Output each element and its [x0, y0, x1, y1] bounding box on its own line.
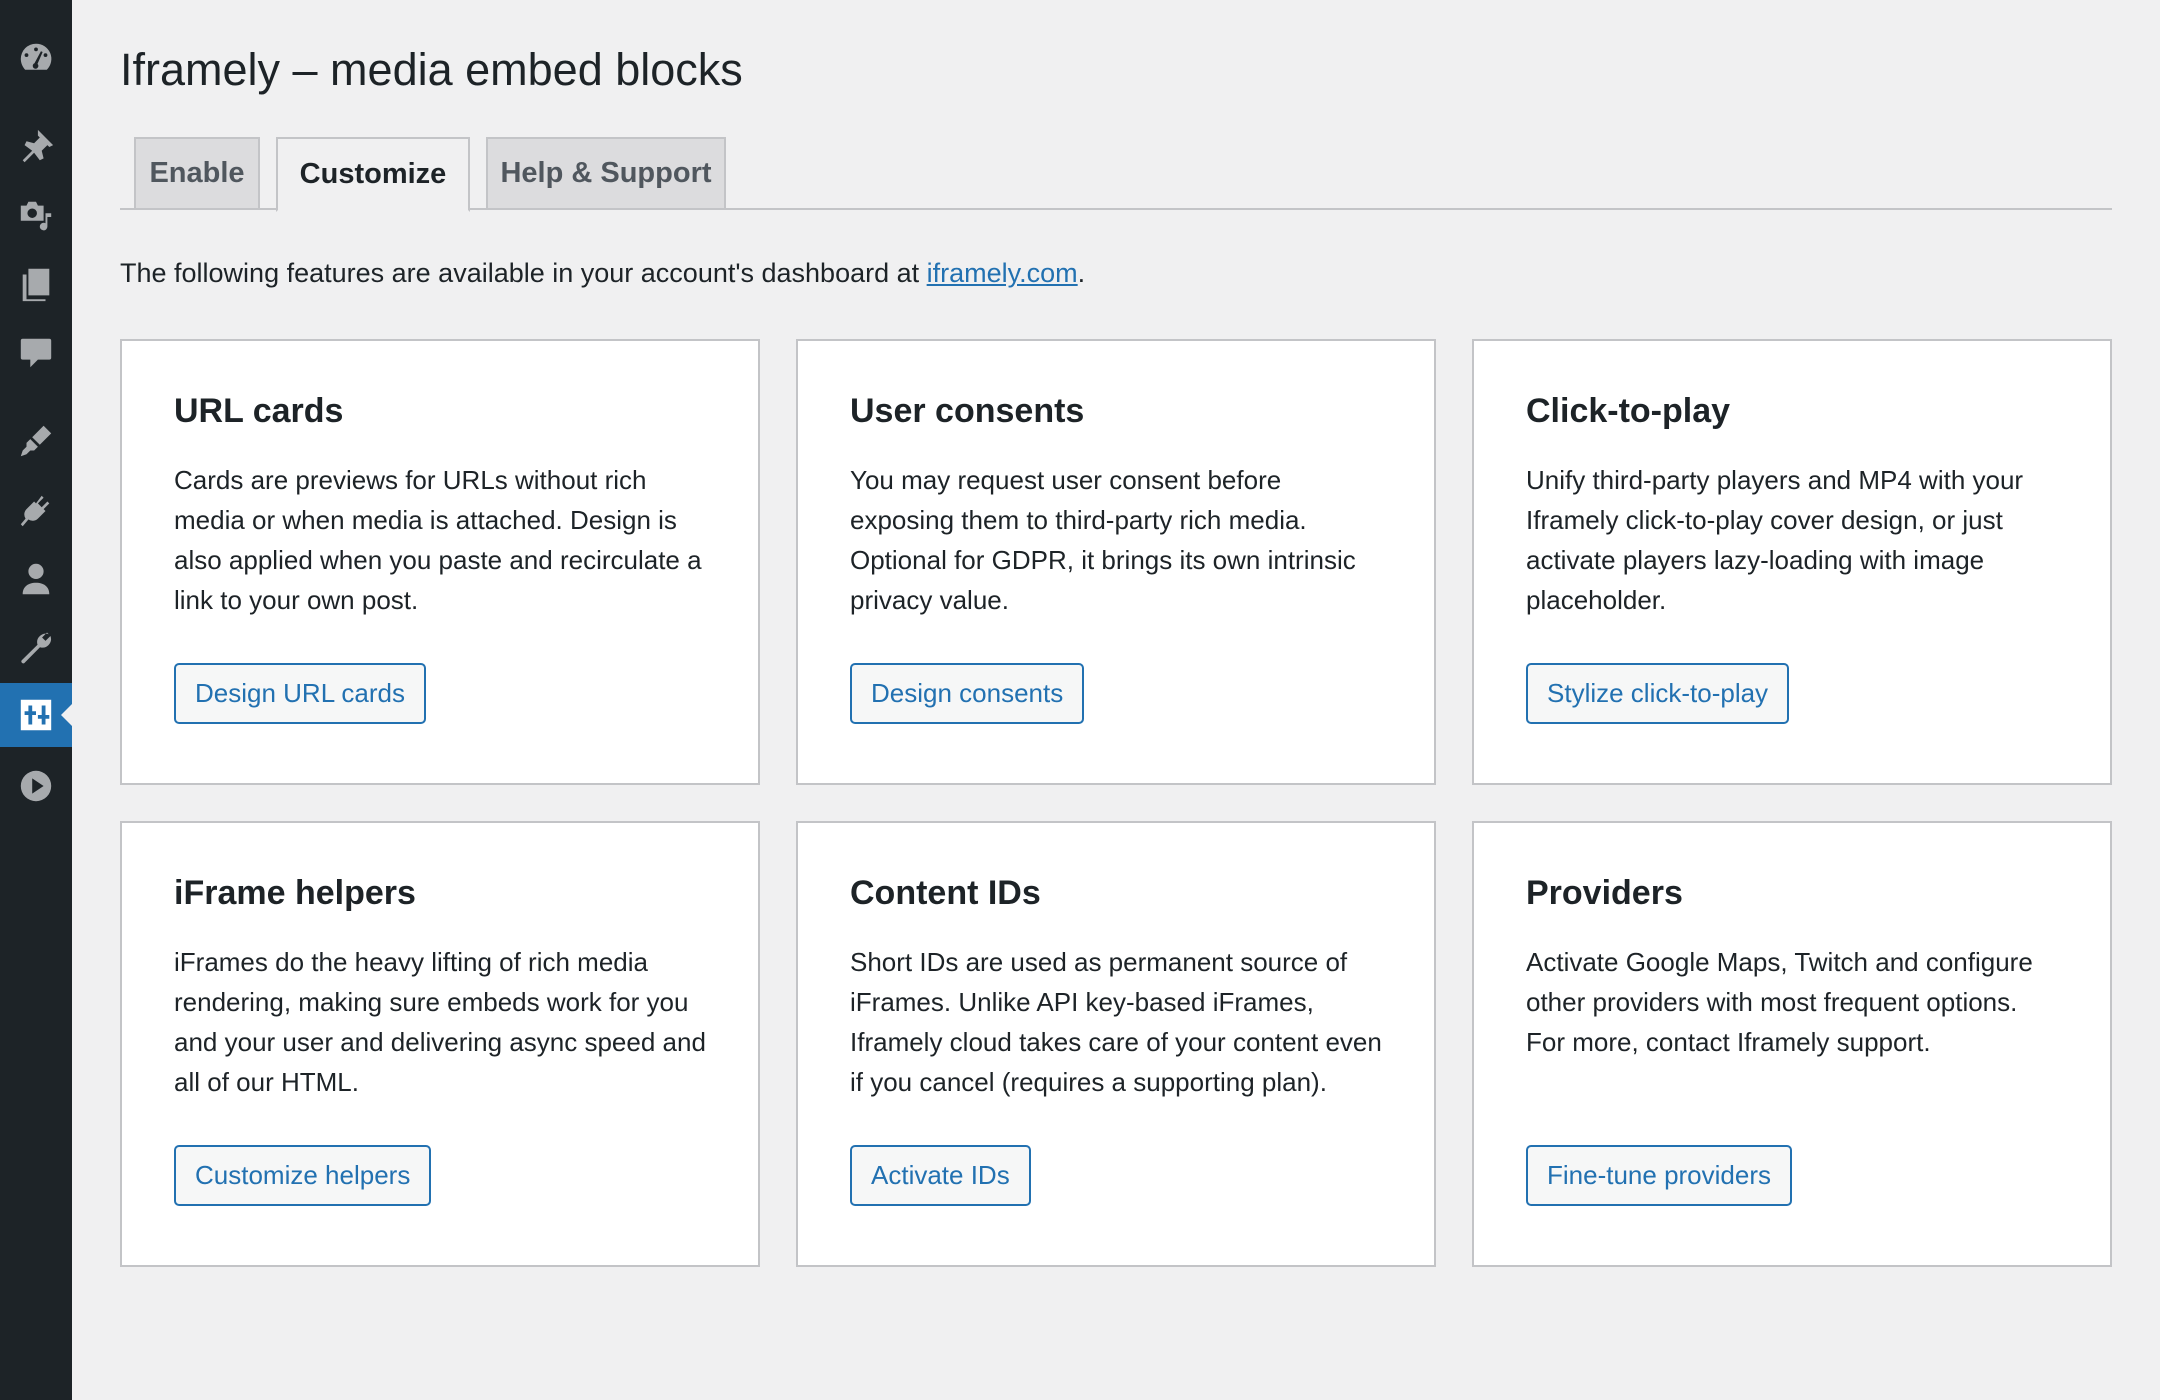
media-icon[interactable]: [0, 185, 72, 249]
card-iframe-helpers: iFrame helpers iFrames do the heavy lift…: [120, 821, 760, 1267]
stylize-click-to-play-button[interactable]: Stylize click-to-play: [1526, 663, 1790, 724]
card-click-to-play: Click-to-play Unify third-party players …: [1472, 339, 2112, 785]
page-title: Iframely – media embed blocks: [120, 44, 743, 95]
customize-helpers-button[interactable]: Customize helpers: [174, 1145, 432, 1206]
card-description: Unify third-party players and MP4 with y…: [1526, 464, 2024, 615]
card-title: Content IDs: [850, 874, 1041, 912]
card-description: Activate Google Maps, Twitch and configu…: [1526, 946, 2033, 1057]
card-title: User consents: [850, 392, 1085, 430]
pin-icon[interactable]: [0, 115, 72, 179]
play-icon[interactable]: [0, 754, 72, 818]
pages-icon[interactable]: [0, 252, 72, 316]
tab-enable[interactable]: Enable: [134, 137, 260, 210]
card-content-ids: Content IDs Short IDs are used as perman…: [796, 821, 1436, 1267]
settings-icon[interactable]: [0, 683, 72, 747]
admin-sidebar: [0, 0, 72, 1400]
intro-text-before: The following features are available in …: [120, 258, 927, 288]
card-providers: Providers Activate Google Maps, Twitch a…: [1472, 821, 2112, 1267]
plugins-icon[interactable]: [0, 479, 72, 543]
nav-tabs: Enable Customize Help & Support: [120, 137, 2112, 212]
tab-customize[interactable]: Customize: [276, 137, 470, 212]
design-consents-button[interactable]: Design consents: [850, 663, 1085, 724]
card-title: URL cards: [174, 392, 344, 430]
iframely-link[interactable]: iframely.com: [927, 258, 1078, 288]
dashboard-icon[interactable]: [0, 25, 72, 89]
activate-ids-button[interactable]: Activate IDs: [850, 1145, 1031, 1206]
users-icon[interactable]: [0, 547, 72, 611]
card-title: Providers: [1526, 874, 1683, 912]
card-title: Click-to-play: [1526, 392, 1731, 430]
card-description: Cards are previews for URLs without rich…: [174, 464, 702, 615]
intro-text: The following features are available in …: [120, 258, 1085, 289]
card-description: You may request user consent before expo…: [850, 464, 1356, 615]
card-url-cards: URL cards Cards are previews for URLs wi…: [120, 339, 760, 785]
intro-text-after: .: [1077, 258, 1086, 288]
comments-icon[interactable]: [0, 320, 72, 384]
card-title: iFrame helpers: [174, 874, 416, 912]
design-url-cards-button[interactable]: Design URL cards: [174, 663, 427, 724]
appearance-icon[interactable]: [0, 409, 72, 473]
tools-icon[interactable]: [0, 615, 72, 679]
fine-tune-providers-button[interactable]: Fine-tune providers: [1526, 1145, 1792, 1206]
tab-help-support[interactable]: Help & Support: [486, 137, 726, 210]
card-user-consents: User consents You may request user conse…: [796, 339, 1436, 785]
card-description: iFrames do the heavy lifting of rich med…: [174, 946, 706, 1097]
card-description: Short IDs are used as permanent source o…: [850, 946, 1382, 1097]
